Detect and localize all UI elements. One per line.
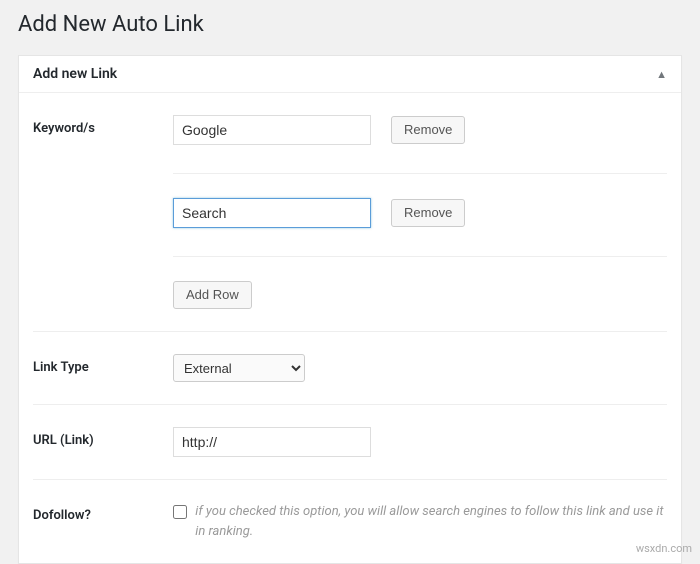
url-input[interactable] xyxy=(173,427,371,457)
dofollow-content: if you checked this option, you will all… xyxy=(173,502,667,541)
collapse-icon: ▲ xyxy=(656,68,667,81)
keywords-label: Keyword/s xyxy=(33,115,173,136)
keywords-content: Remove Remove Add Row xyxy=(173,115,667,309)
settings-panel: Add new Link ▲ Keyword/s Remove Remove xyxy=(18,55,682,564)
link-type-select[interactable]: External xyxy=(173,354,305,382)
keyword-row: Remove xyxy=(173,115,667,174)
remove-button[interactable]: Remove xyxy=(391,116,465,144)
link-type-label: Link Type xyxy=(33,354,173,375)
panel-header[interactable]: Add new Link ▲ xyxy=(19,56,681,93)
field-dofollow: Dofollow? if you checked this option, yo… xyxy=(33,479,667,563)
field-link-type: Link Type External xyxy=(33,331,667,404)
dofollow-checkbox[interactable] xyxy=(173,504,187,520)
page-title: Add New Auto Link xyxy=(0,0,700,55)
remove-button[interactable]: Remove xyxy=(391,199,465,227)
dofollow-help-text: if you checked this option, you will all… xyxy=(195,502,667,541)
link-type-content: External xyxy=(173,354,667,382)
field-keywords: Keyword/s Remove Remove Add Row xyxy=(33,93,667,331)
field-url: URL (Link) xyxy=(33,404,667,479)
watermark: wsxdn.com xyxy=(636,542,692,555)
url-content xyxy=(173,427,667,457)
panel-header-title: Add new Link xyxy=(33,66,117,82)
keyword-input[interactable] xyxy=(173,198,371,228)
keyword-input[interactable] xyxy=(173,115,371,145)
url-label: URL (Link) xyxy=(33,427,173,448)
panel-body: Keyword/s Remove Remove Add Row xyxy=(19,93,681,563)
dofollow-label: Dofollow? xyxy=(33,502,173,523)
keyword-row: Remove xyxy=(173,198,667,257)
add-row-button[interactable]: Add Row xyxy=(173,281,252,309)
